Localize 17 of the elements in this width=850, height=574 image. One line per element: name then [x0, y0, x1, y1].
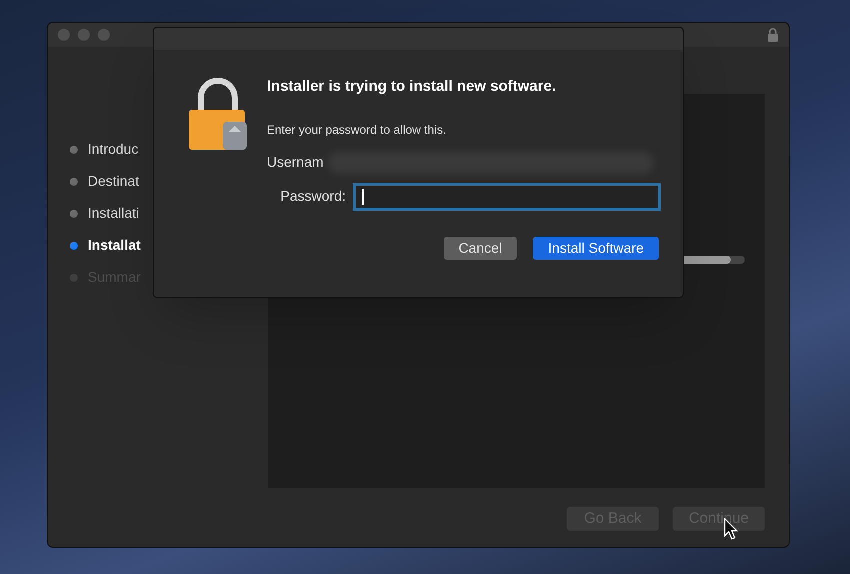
padlock-icon — [187, 78, 249, 152]
window-control-icon[interactable] — [78, 29, 90, 41]
dialog-message: Enter your password to allow this. — [267, 122, 448, 138]
step-label: Destinat — [88, 172, 140, 191]
dialog-title: Installer is trying to install new software. — [267, 77, 558, 97]
text-cursor-icon — [362, 188, 364, 204]
password-field[interactable] — [353, 182, 661, 210]
window-control-icon[interactable] — [58, 29, 70, 41]
username-label: Usernam — [267, 153, 324, 172]
password-label: Password: — [280, 187, 347, 206]
step-label: Introduc — [88, 140, 139, 159]
dialog-button[interactable]: Cancel — [444, 236, 518, 260]
lock-icon — [767, 28, 779, 42]
step-label: Installat — [88, 236, 141, 255]
step-label: Installati — [88, 204, 140, 223]
window-control-icon[interactable] — [98, 29, 110, 41]
dialog-button[interactable]: Install Software — [533, 236, 659, 260]
